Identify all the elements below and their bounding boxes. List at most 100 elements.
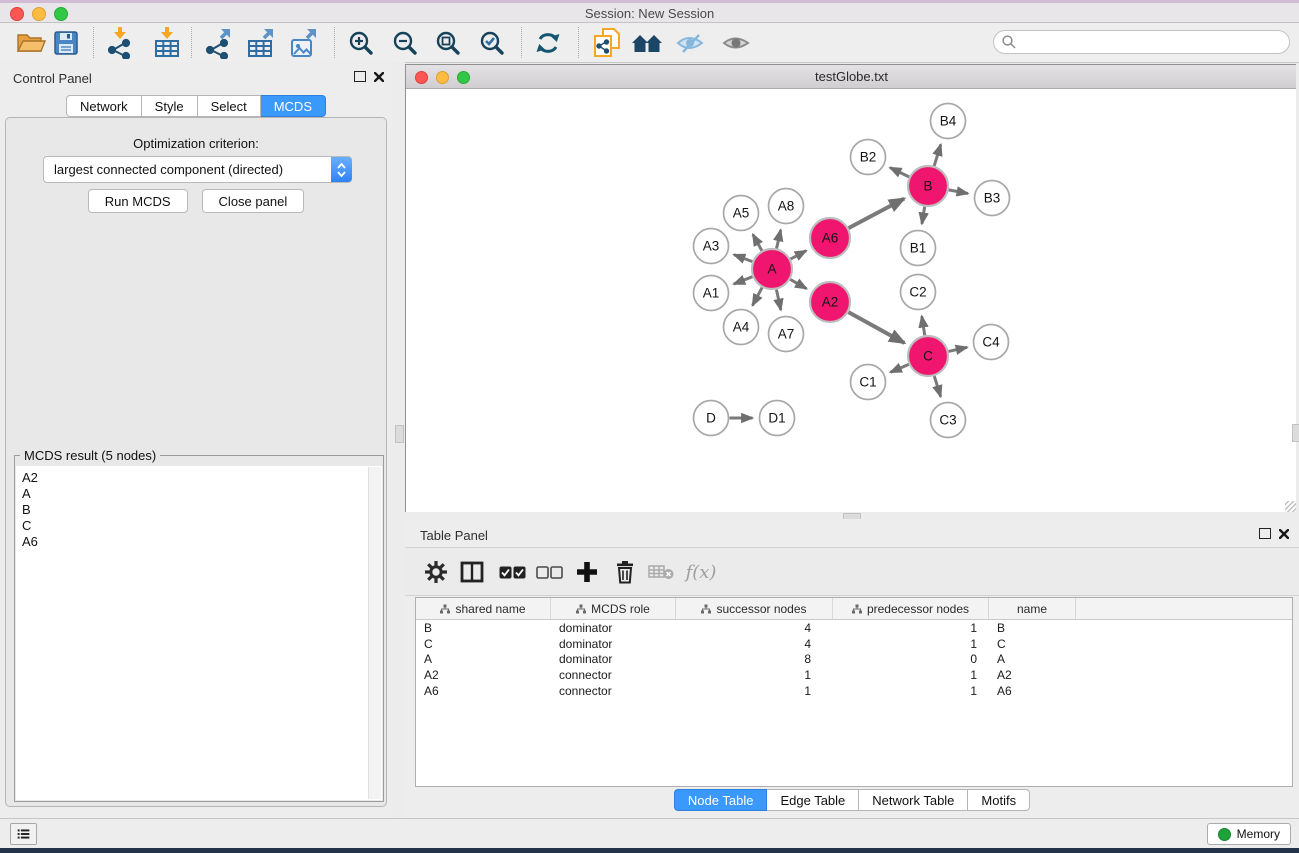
graph-node-B2[interactable]: B2 xyxy=(851,140,886,175)
close-panel-button[interactable]: Close panel xyxy=(202,189,305,213)
float-panel-icon[interactable] xyxy=(1259,528,1271,539)
select-all-button[interactable] xyxy=(496,556,528,588)
table-cell[interactable]: dominator xyxy=(551,636,676,652)
add-row-button[interactable] xyxy=(571,556,603,588)
table-settings-button[interactable] xyxy=(420,556,452,588)
table-cell[interactable]: A6 xyxy=(989,683,1076,699)
graph-node-C4[interactable]: C4 xyxy=(974,325,1009,360)
save-session-button[interactable] xyxy=(49,27,83,59)
graph-node-B3[interactable]: B3 xyxy=(975,181,1010,216)
graph-edge-B-B1[interactable] xyxy=(922,207,925,224)
splitter-grip[interactable] xyxy=(1292,424,1299,442)
export-image-button[interactable] xyxy=(287,27,321,59)
splitter-grip[interactable] xyxy=(395,425,404,443)
deselect-all-button[interactable] xyxy=(533,556,565,588)
zoom-in-button[interactable] xyxy=(344,27,378,59)
tab-mcds[interactable]: MCDS xyxy=(261,95,326,117)
mcds-result-item[interactable]: C xyxy=(22,518,382,534)
delete-table-button[interactable] xyxy=(645,556,677,588)
graph-edge-C-C2[interactable] xyxy=(922,316,925,335)
graph-node-B[interactable]: B xyxy=(908,166,948,206)
graph-node-A2[interactable]: A2 xyxy=(810,282,850,322)
hide-selected-button[interactable] xyxy=(674,27,708,59)
tab-network-table[interactable]: Network Table xyxy=(859,789,968,811)
table-cell[interactable]: dominator xyxy=(551,620,676,636)
export-table-button[interactable] xyxy=(244,27,278,59)
table-cell[interactable]: C xyxy=(989,636,1076,652)
open-session-button[interactable] xyxy=(14,27,48,59)
memory-button[interactable]: Memory xyxy=(1207,823,1291,845)
graph-edge-B-B2[interactable] xyxy=(890,168,909,177)
column-header-mcds-role[interactable]: MCDS role xyxy=(551,598,676,619)
table-cell[interactable]: connector xyxy=(551,683,676,699)
vertical-splitter[interactable] xyxy=(392,62,405,818)
search-input[interactable] xyxy=(993,30,1290,54)
graph-node-A1[interactable]: A1 xyxy=(694,276,729,311)
table-cell[interactable]: connector xyxy=(551,667,676,683)
tab-network[interactable]: Network xyxy=(66,95,142,117)
column-header-shared-name[interactable]: shared name xyxy=(416,598,551,619)
table-cell[interactable]: 1 xyxy=(833,636,989,652)
result-scrollbar[interactable] xyxy=(368,467,381,799)
tab-edge-table[interactable]: Edge Table xyxy=(767,789,859,811)
float-panel-icon[interactable] xyxy=(354,71,366,82)
table-cell[interactable]: 1 xyxy=(833,667,989,683)
graph-edge-A-A3[interactable] xyxy=(734,255,752,262)
table-cell[interactable]: 4 xyxy=(676,636,833,652)
table-cell[interactable]: A xyxy=(989,652,1076,668)
new-network-from-selection-button[interactable] xyxy=(590,27,624,59)
tab-node-table[interactable]: Node Table xyxy=(674,789,768,811)
horizontal-splitter[interactable] xyxy=(405,512,1299,519)
delete-row-button[interactable] xyxy=(609,556,641,588)
criterion-dropdown[interactable]: largest connected component (directed) xyxy=(43,156,352,183)
mcds-result-list[interactable]: A2ABCA6 xyxy=(16,466,382,800)
graph-edge-C-C4[interactable] xyxy=(948,347,967,351)
table-cell[interactable]: 8 xyxy=(676,652,833,668)
table-cell[interactable]: 1 xyxy=(676,667,833,683)
function-builder-button[interactable]: f(x) xyxy=(679,556,723,588)
mcds-result-item[interactable]: A6 xyxy=(22,534,382,550)
import-network-button[interactable] xyxy=(103,27,137,59)
table-cell[interactable]: A2 xyxy=(416,667,551,683)
mcds-result-item[interactable]: B xyxy=(22,502,382,518)
column-header-predecessor-nodes[interactable]: predecessor nodes xyxy=(833,598,989,619)
graph-node-D1[interactable]: D1 xyxy=(760,401,795,436)
graph-edge-A-A7[interactable] xyxy=(776,290,780,311)
table-row[interactable]: Cdominator41C xyxy=(416,636,1292,652)
table-row[interactable]: Bdominator41B xyxy=(416,620,1292,636)
table-cell[interactable]: 1 xyxy=(833,620,989,636)
table-row[interactable]: A2connector11A2 xyxy=(416,667,1292,683)
graph-node-A3[interactable]: A3 xyxy=(694,229,729,264)
home-button[interactable] xyxy=(630,27,664,59)
graph-node-B1[interactable]: B1 xyxy=(901,231,936,266)
show-columns-button[interactable] xyxy=(456,556,488,588)
graph-edge-A6-B[interactable] xyxy=(849,199,905,229)
graph-edge-A-A5[interactable] xyxy=(753,234,762,250)
graph-node-C3[interactable]: C3 xyxy=(931,403,966,438)
table-cell[interactable]: B xyxy=(416,620,551,636)
graph-node-B4[interactable]: B4 xyxy=(931,104,966,139)
table-row[interactable]: Adominator80A xyxy=(416,652,1292,668)
task-history-button[interactable] xyxy=(10,823,37,845)
zoom-out-button[interactable] xyxy=(388,27,422,59)
graph-edge-A-A8[interactable] xyxy=(777,230,781,249)
resize-grip-icon[interactable] xyxy=(1285,501,1296,512)
column-header-successor-nodes[interactable]: successor nodes xyxy=(676,598,833,619)
graph-edge-A-A6[interactable] xyxy=(791,251,807,259)
graph-edge-A-A4[interactable] xyxy=(753,288,763,306)
network-canvas[interactable]: B4B2BB3A8A5A6B1A3AC2A1A2A4A7C4CC1C3DD1 xyxy=(406,89,1295,512)
export-network-button[interactable] xyxy=(201,27,235,59)
graph-edge-B-B4[interactable] xyxy=(934,144,941,166)
table-cell[interactable]: A6 xyxy=(416,683,551,699)
mcds-result-item[interactable]: A2 xyxy=(22,470,382,486)
graph-node-C[interactable]: C xyxy=(908,336,948,376)
table-cell[interactable]: 1 xyxy=(676,683,833,699)
import-table-button[interactable] xyxy=(150,27,184,59)
tab-style[interactable]: Style xyxy=(142,95,198,117)
table-cell[interactable]: A2 xyxy=(989,667,1076,683)
table-cell[interactable]: 4 xyxy=(676,620,833,636)
graph-node-D[interactable]: D xyxy=(694,401,729,436)
graph-edge-A2-C[interactable] xyxy=(848,312,904,343)
graph-node-C1[interactable]: C1 xyxy=(851,365,886,400)
network-window-titlebar[interactable]: testGlobe.txt xyxy=(406,65,1297,89)
